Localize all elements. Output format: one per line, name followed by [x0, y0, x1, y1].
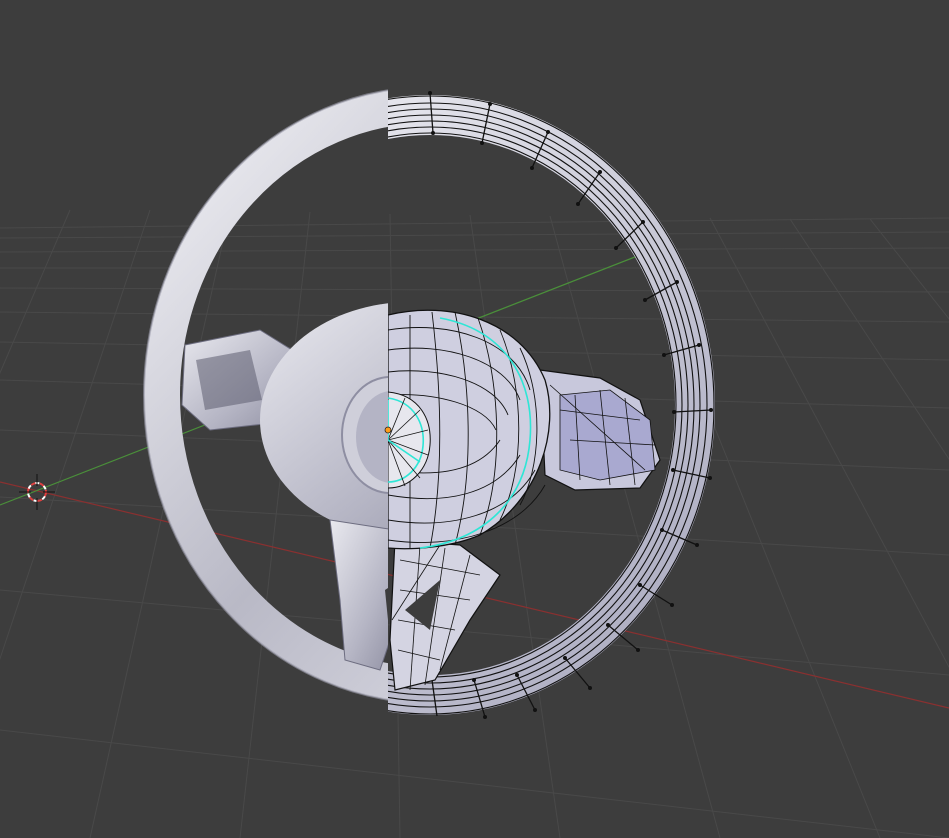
3d-cursor-icon[interactable] [19, 474, 55, 510]
3d-viewport[interactable] [0, 0, 949, 838]
viewport-canvas[interactable] [0, 0, 949, 838]
object-origin-icon[interactable] [384, 426, 392, 434]
